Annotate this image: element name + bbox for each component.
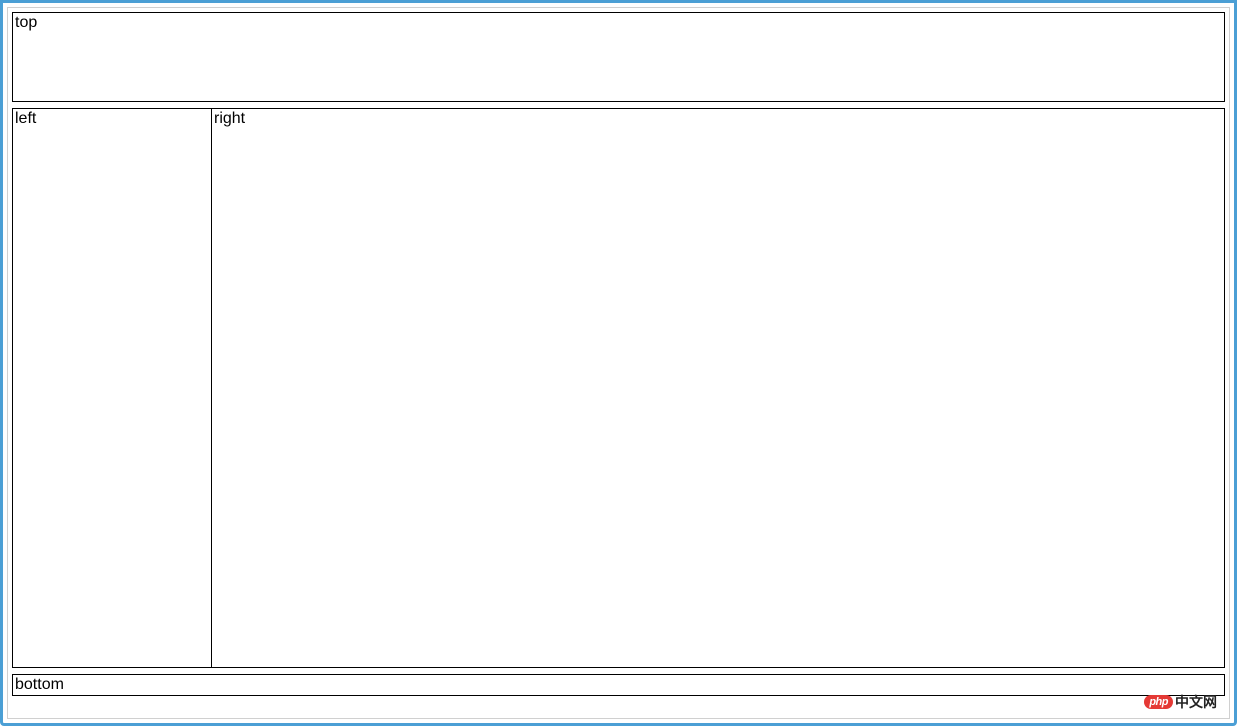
browser-window-frame: top left right bottom php 中文网 (0, 0, 1237, 726)
right-panel: right (211, 108, 1225, 668)
top-panel-label: top (15, 14, 37, 31)
browser-content-area: top left right bottom php 中文网 (7, 7, 1230, 719)
left-panel: left (12, 108, 212, 668)
watermark-text: 中文网 (1175, 692, 1217, 712)
middle-row: left right (12, 108, 1225, 668)
watermark-badge: php (1144, 695, 1173, 709)
watermark-logo: php 中文网 (1144, 692, 1217, 712)
top-panel: top (12, 12, 1225, 102)
right-panel-label: right (214, 110, 245, 127)
bottom-panel-label: bottom (15, 676, 64, 693)
left-panel-label: left (15, 110, 36, 127)
layout-container: top left right bottom php 中文网 (12, 12, 1225, 714)
bottom-panel: bottom (12, 674, 1225, 696)
